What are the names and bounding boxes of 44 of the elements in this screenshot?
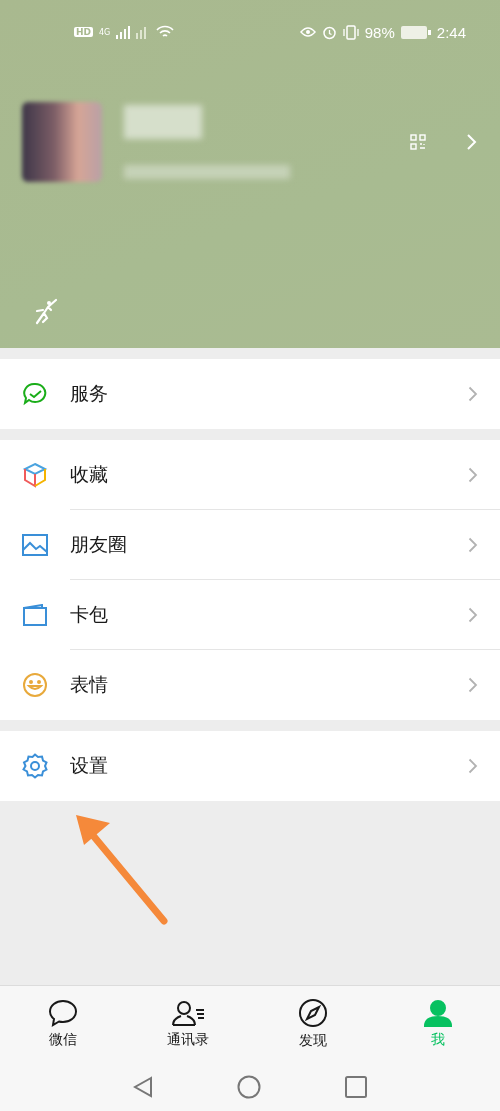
battery-icon bbox=[400, 25, 431, 39]
tab[interactable]: 发现 bbox=[250, 986, 375, 1062]
menu-item[interactable]: 朋友圈 bbox=[0, 510, 500, 580]
back-icon[interactable] bbox=[133, 1075, 153, 1098]
network-type: 4G bbox=[99, 27, 111, 37]
wifi-icon bbox=[156, 25, 175, 39]
compass-icon bbox=[297, 998, 328, 1028]
eye-icon bbox=[299, 26, 316, 38]
battery-percent: 98% bbox=[364, 23, 395, 41]
smiley-icon bbox=[22, 672, 48, 698]
hd-indicator: HD bbox=[74, 27, 93, 37]
vibrate-icon bbox=[342, 24, 359, 40]
menu-item[interactable]: 服务 bbox=[0, 359, 500, 429]
chevron-right-icon bbox=[468, 758, 478, 774]
contacts-icon bbox=[169, 999, 206, 1027]
person-icon bbox=[422, 999, 453, 1027]
menu-item[interactable]: 设置 bbox=[0, 731, 500, 801]
image-icon bbox=[22, 534, 48, 556]
settings-icon bbox=[22, 753, 48, 779]
menu-item[interactable]: 卡包 bbox=[0, 580, 500, 650]
menu-item[interactable]: 表情 bbox=[0, 650, 500, 720]
menu-label: 服务 bbox=[70, 381, 109, 406]
menu-label: 卡包 bbox=[70, 602, 109, 627]
tab[interactable]: 通讯录 bbox=[125, 986, 250, 1062]
clock-time: 2:44 bbox=[436, 23, 466, 41]
recents-icon[interactable] bbox=[345, 1075, 367, 1098]
chevron-right-icon bbox=[468, 677, 478, 693]
avatar[interactable] bbox=[22, 102, 102, 182]
menu-item[interactable]: 收藏 bbox=[0, 440, 500, 510]
chevron-right-icon bbox=[468, 467, 478, 483]
menu-label: 朋友圈 bbox=[70, 532, 128, 557]
chevron-right-icon bbox=[468, 607, 478, 623]
menu-label: 收藏 bbox=[70, 462, 109, 487]
chevron-right-icon bbox=[468, 386, 478, 402]
menu-label: 设置 bbox=[70, 753, 109, 778]
chat-bubble-icon bbox=[47, 999, 78, 1027]
wallet-icon bbox=[22, 604, 48, 626]
tab[interactable]: 微信 bbox=[0, 986, 125, 1062]
menu-label: 表情 bbox=[70, 672, 109, 697]
home-icon[interactable] bbox=[237, 1074, 261, 1099]
cube-icon bbox=[22, 462, 48, 488]
alarm-icon bbox=[321, 24, 337, 40]
check-bubble-icon bbox=[22, 381, 48, 407]
chevron-right-icon bbox=[468, 537, 478, 553]
